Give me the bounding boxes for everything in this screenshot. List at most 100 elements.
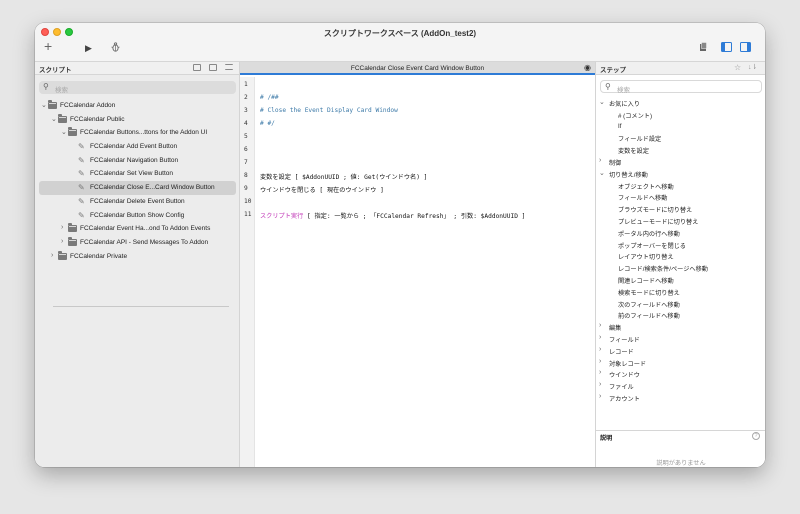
scripts-search-input[interactable]: ⚲ 検索 — [39, 81, 236, 94]
bug-icon[interactable] — [111, 42, 120, 55]
code-line[interactable]: 5 — [240, 130, 595, 143]
folder-row[interactable]: ⌄ FCCalendar Addon — [35, 99, 240, 113]
steps-panel: ステップ ☆ ↓⇂ ⚲ 検索 ⌄ お気に入り # (コメント) If フィールド設定 変数… — [595, 62, 765, 467]
sort-icon[interactable]: ↓⇂ — [748, 63, 757, 71]
editor-tab[interactable]: FCCalendar Close Event Card Window Butto… — [240, 62, 595, 75]
step-item[interactable]: 前のフィールドへ移動 — [596, 309, 765, 321]
step-item[interactable]: 次のフィールドへ移動 — [596, 298, 765, 310]
new-folder-icon[interactable] — [209, 64, 217, 71]
chevron-right-icon[interactable]: › — [599, 381, 601, 388]
separator-icon[interactable] — [225, 64, 233, 70]
script-row[interactable]: ✎ FCCalendar Delete Event Button — [35, 195, 240, 209]
step-category[interactable]: › ファイル — [596, 380, 765, 392]
step-item[interactable]: # (コメント) — [596, 109, 765, 121]
chevron-right-icon[interactable]: › — [51, 252, 53, 259]
script-row[interactable]: ✎ FCCalendar Add Event Button — [35, 140, 240, 154]
folder-icon — [58, 113, 67, 123]
folder-row[interactable]: ⌄ FCCalendar Buttons...ttons for the Addo… — [35, 126, 240, 140]
chevron-right-icon[interactable]: › — [599, 346, 601, 353]
chevron-down-icon[interactable]: ⌄ — [599, 98, 605, 106]
step-category[interactable]: › フィールド — [596, 333, 765, 345]
code-line[interactable]: 7 — [240, 156, 595, 169]
script-icon: ✎ — [78, 196, 85, 206]
step-item[interactable]: オブジェクトへ移動 — [596, 180, 765, 192]
script-row[interactable]: ✎ FCCalendar Button Show Config — [35, 209, 240, 223]
folder-row[interactable]: › FCCalendar Event Ha...ond To Addon Even… — [35, 222, 240, 236]
script-row[interactable]: ✎ FCCalendar Set View Button — [35, 167, 240, 181]
script-call-params: [ 指定: 一覧から ; 「FCCalendar Refresh」 ; 引数: … — [303, 213, 526, 221]
code-line[interactable]: 8 変数を設定 [ $AddonUUID ; 値: Get(ウインドウ名) ] — [240, 169, 595, 182]
scripts-panel-header: スクリプト — [35, 62, 239, 75]
step-item[interactable]: フィールドへ移動 — [596, 191, 765, 203]
step-category[interactable]: › 対象レコード — [596, 357, 765, 369]
steps-search-input[interactable]: ⚲ 検索 — [600, 80, 762, 94]
code-line[interactable]: 11 スクリプト実行 [ 指定: 一覧から ; 「FCCalendar Refre… — [240, 208, 595, 221]
plus-icon[interactable]: + — [44, 39, 52, 53]
tree-item-label: FCCalendar Public — [70, 115, 125, 123]
step-category[interactable]: › レコード — [596, 345, 765, 357]
step-label: # (コメント) — [618, 112, 653, 120]
chevron-down-icon[interactable]: ⌄ — [599, 169, 605, 177]
chevron-right-icon[interactable]: › — [599, 358, 601, 365]
chevron-right-icon[interactable]: › — [599, 322, 601, 329]
step-category[interactable]: ⌄ お気に入り — [596, 97, 765, 109]
code-text: # #/ — [260, 120, 275, 128]
code-line[interactable]: 2 # /## — [240, 91, 595, 104]
step-label: フィールド — [609, 336, 640, 344]
chevron-down-icon[interactable]: ⌄ — [61, 128, 67, 136]
scripts-panel-title: スクリプト — [39, 67, 72, 74]
new-script-icon[interactable] — [193, 64, 201, 71]
step-category[interactable]: › ウインドウ — [596, 368, 765, 380]
play-icon[interactable]: ▶ — [85, 42, 92, 54]
folder-row[interactable]: › FCCalendar Private — [35, 250, 240, 264]
code-line[interactable]: 1 — [240, 78, 595, 91]
star-icon[interactable]: ☆ — [734, 63, 741, 72]
code-text: 変数を設定 [ $AddonUUID ; 値: Get(ウインドウ名) ] — [260, 174, 428, 182]
step-item[interactable]: フィールド設定 — [596, 132, 765, 144]
code-line[interactable]: 10 — [240, 195, 595, 208]
step-item[interactable]: ポップオーバーを閉じる — [596, 239, 765, 251]
code-line[interactable]: 4 # #/ — [240, 117, 595, 130]
step-label: プレビューモードに切り替え — [618, 218, 699, 226]
code-lines[interactable]: 1 2 # /## 3 # Close the Event Display Card W… — [240, 78, 595, 222]
toggle-right-pane-icon[interactable] — [740, 42, 751, 54]
step-item[interactable]: ポータル内の行へ移動 — [596, 227, 765, 239]
delete-icon[interactable] — [699, 42, 708, 54]
line-number: 10 — [244, 198, 252, 206]
folder-row[interactable]: ⌄ FCCalendar Public — [35, 113, 240, 127]
code-line[interactable]: 9 ウインドウを閉じる [ 現在のウインドウ ] — [240, 182, 595, 195]
step-item[interactable]: 変数を設定 — [596, 144, 765, 156]
chevron-down-icon[interactable]: ⌄ — [51, 115, 57, 123]
toggle-left-pane-icon[interactable] — [721, 42, 732, 54]
step-category[interactable]: ⌄ 切り替え/移動 — [596, 168, 765, 180]
step-item[interactable]: レイアウト切り替え — [596, 250, 765, 262]
step-item[interactable]: 検索モードに切り替え — [596, 286, 765, 298]
step-item[interactable]: プレビューモードに切り替え — [596, 215, 765, 227]
script-icon: ✎ — [78, 210, 85, 220]
app-window: スクリプトワークスペース (AddOn_test2) + ▶ スクリプト ⚲ 検… — [35, 23, 765, 467]
chevron-right-icon[interactable]: › — [599, 393, 601, 400]
step-category[interactable]: › 制御 — [596, 156, 765, 168]
chevron-right-icon[interactable]: › — [61, 224, 63, 231]
step-label: 検索モードに切り替え — [618, 289, 680, 297]
chevron-down-icon[interactable]: ⌄ — [41, 101, 47, 109]
chevron-right-icon[interactable]: › — [599, 369, 601, 376]
folder-row[interactable]: › FCCalendar API - Send Messages To Addon — [35, 236, 240, 250]
step-item[interactable]: 関連レコードへ移動 — [596, 274, 765, 286]
step-item[interactable]: レコード/検索条件/ページへ移動 — [596, 262, 765, 274]
description-empty-text: 説明がありません — [656, 460, 706, 467]
script-row[interactable]: ✎ FCCalendar Close E...Card Window Button — [39, 181, 236, 195]
script-row[interactable]: ✎ FCCalendar Navigation Button — [35, 154, 240, 168]
chevron-right-icon[interactable]: › — [599, 334, 601, 341]
step-label: 次のフィールドへ移動 — [618, 301, 680, 309]
code-line[interactable]: 3 # Close the Event Display Card Window — [240, 104, 595, 117]
step-item[interactable]: If — [596, 121, 765, 133]
chevron-right-icon[interactable]: › — [61, 238, 63, 245]
eye-icon[interactable]: ◉ — [584, 63, 591, 72]
chevron-right-icon[interactable]: › — [599, 157, 601, 164]
code-line[interactable]: 6 — [240, 143, 595, 156]
step-category[interactable]: › 編集 — [596, 321, 765, 333]
step-item[interactable]: ブラウズモードに切り替え — [596, 203, 765, 215]
step-category[interactable]: › アカウント — [596, 392, 765, 404]
help-icon[interactable]: ? — [752, 432, 760, 440]
